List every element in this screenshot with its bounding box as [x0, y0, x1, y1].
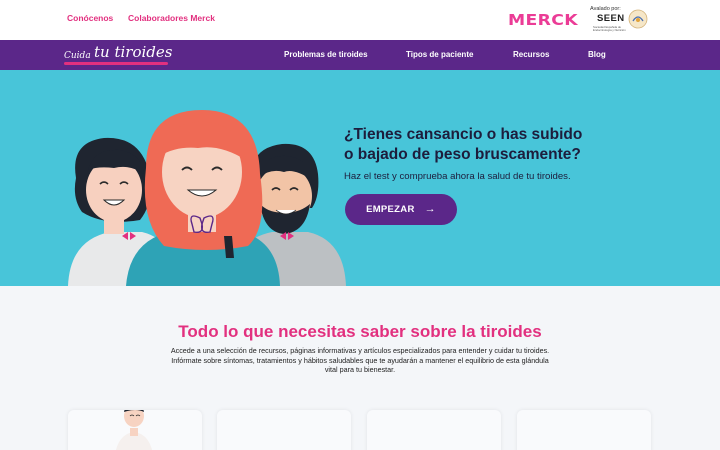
- resource-card-3[interactable]: [367, 410, 501, 450]
- hero-people-illustration: [68, 110, 346, 286]
- hero-banner: ¿Tienes cansancio o has subido o bajado …: [0, 70, 720, 286]
- hero-subtitle: Haz el test y comprueba ahora la salud d…: [344, 171, 571, 182]
- brand-underline: [64, 62, 168, 65]
- center-woman-figure: [126, 110, 280, 286]
- hero-title: ¿Tienes cansancio o has subido o bajado …: [344, 125, 614, 165]
- hero-title-line-1: ¿Tienes cansancio o has subido: [344, 126, 583, 143]
- nav-tipos-de-paciente[interactable]: Tipos de paciente: [406, 50, 473, 59]
- seen-name: SEEN: [597, 13, 625, 24]
- merck-logo[interactable]: MERCK: [508, 11, 578, 29]
- empezar-button[interactable]: EMPEZAR →: [345, 194, 457, 225]
- section-description-line-3: vital para tu bienestar.: [324, 365, 396, 374]
- brand-cuida: Cuida: [64, 51, 91, 61]
- arrow-right-icon: →: [424, 203, 436, 215]
- nav-recursos[interactable]: Recursos: [513, 50, 549, 59]
- section-description: Accede a una selección de recursos, pági…: [140, 346, 580, 375]
- resource-card-1[interactable]: [68, 410, 202, 450]
- link-conocenos[interactable]: Conócenos: [67, 13, 113, 23]
- section-title: Todo lo que necesitas saber sobre la tir…: [178, 322, 542, 341]
- seen-endorsement-logo: Avalado por: SEEN Sociedad Española de E…: [590, 6, 652, 34]
- resource-card-2[interactable]: [217, 410, 351, 450]
- resource-card-4[interactable]: [517, 410, 651, 450]
- hero-title-line-2: o bajado de peso bruscamente?: [344, 146, 581, 163]
- nav-problemas-de-tiroides[interactable]: Problemas de tiroides: [284, 50, 368, 59]
- top-utility-bar: Conócenos Colaboradores Merck MERCK Aval…: [0, 0, 720, 40]
- section-description-line-1: Accede a una selección de recursos, pági…: [170, 346, 550, 355]
- nav-blog[interactable]: Blog: [588, 50, 606, 59]
- woman-illustration-icon: [115, 410, 153, 450]
- resources-section: Todo lo que necesitas saber sobre la tir…: [0, 286, 720, 450]
- brand-tu-tiroides: tu tiroides: [94, 43, 173, 61]
- section-description-line-2: Infórmate sobre síntomas, tratamientos y…: [171, 355, 549, 365]
- seen-emblem-icon: [628, 9, 648, 29]
- seen-avalado-label: Avalado por:: [590, 6, 621, 12]
- link-colaboradores-merck[interactable]: Colaboradores Merck: [128, 13, 215, 23]
- empezar-button-label: EMPEZAR: [366, 204, 415, 215]
- seen-subtitle: Sociedad Española de Endocrinología y Nu…: [593, 25, 626, 33]
